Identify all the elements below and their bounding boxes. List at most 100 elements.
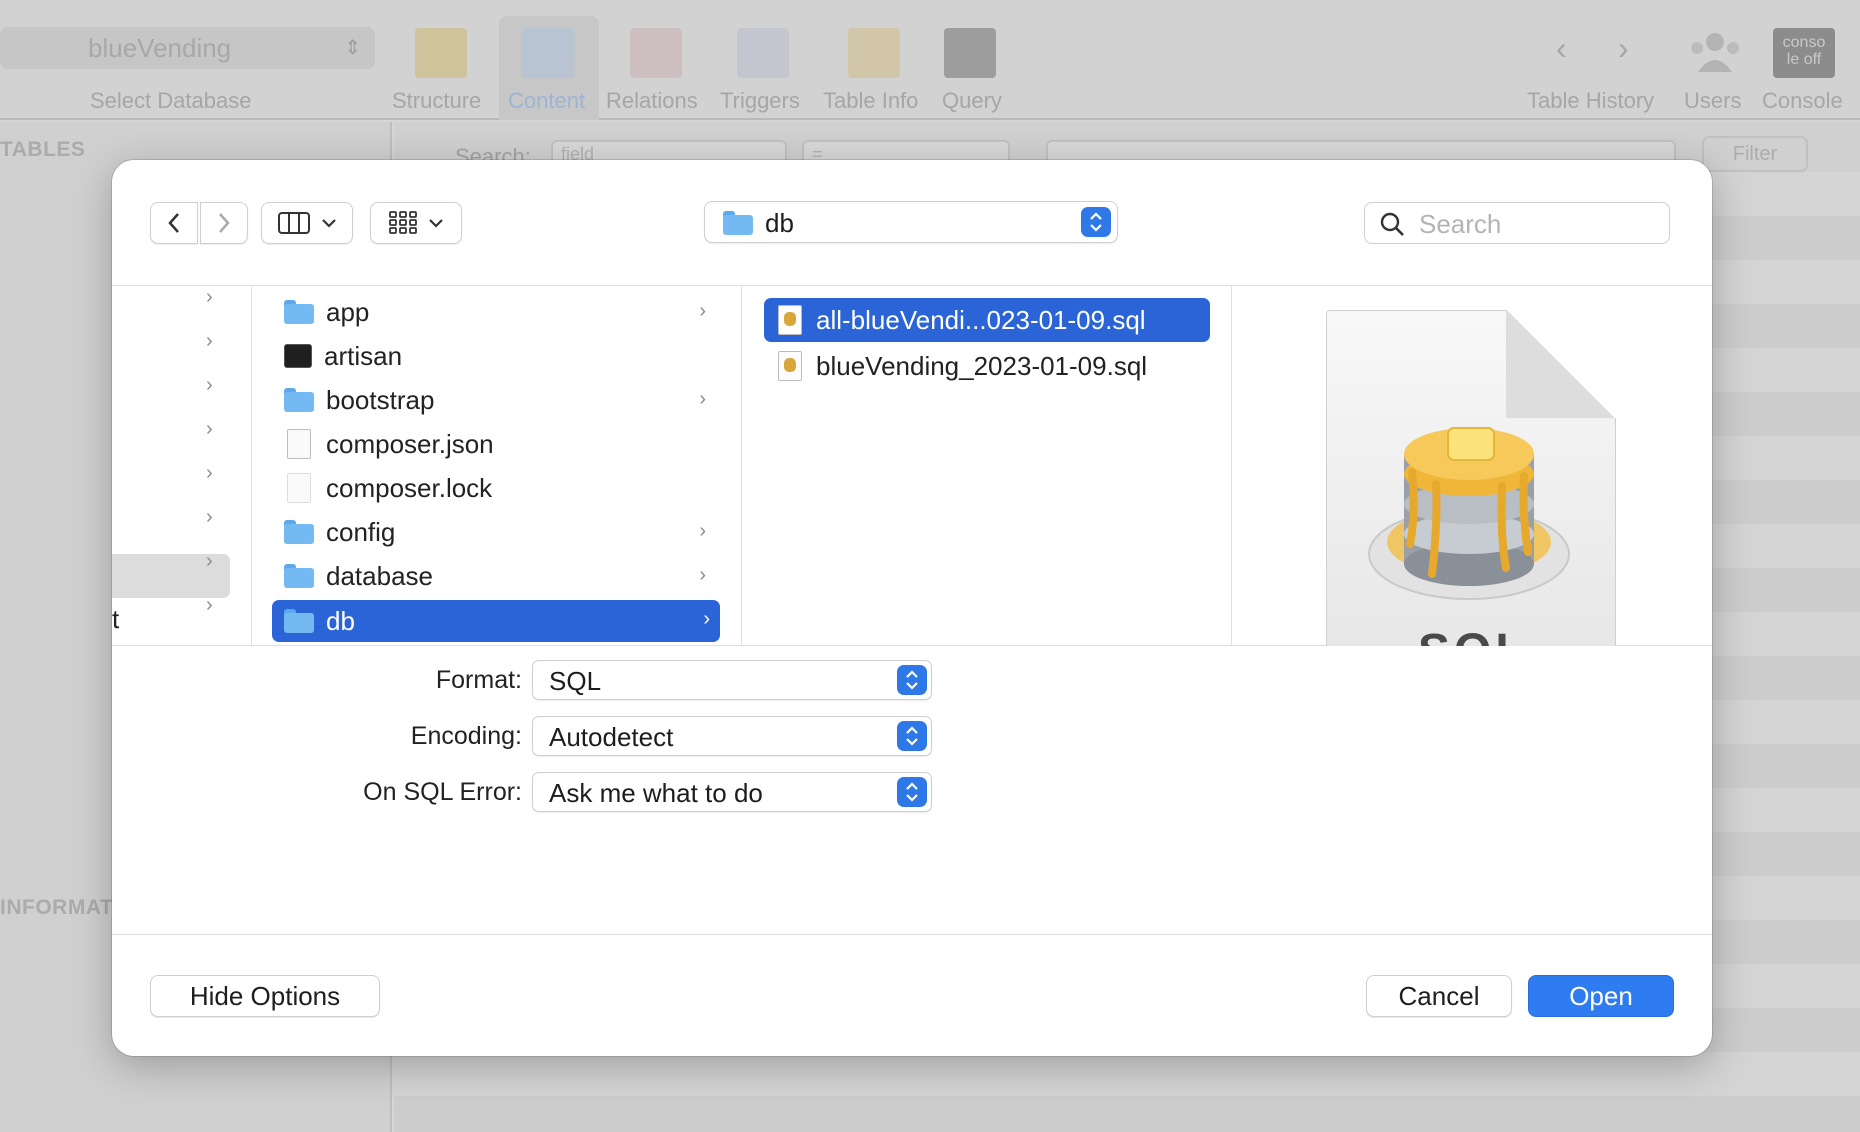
encoding-label: Encoding: [410,722,522,750]
select-database-label: Select Database [90,88,252,113]
sql-error-select[interactable]: Ask me what to do [532,772,932,812]
toolbar-query-label[interactable]: Query [942,88,1002,114]
list-item-bootstrap[interactable]: bootstrap › [272,380,716,420]
terminal-icon [284,344,312,368]
list-item-composer-json[interactable]: composer.json [272,424,716,464]
chevron-right-icon: › [206,330,213,352]
structure-icon[interactable] [415,28,467,78]
dialog-toolbar: db Search [112,160,1712,286]
chevron-right-icon: › [206,550,213,572]
file-item-bluevending[interactable]: blueVending_2023-01-09.sql [764,344,1210,388]
chevron-right-icon: › [699,564,706,586]
preview-pane: SQL [1232,286,1712,646]
toolbar-triggers-label[interactable]: Triggers [720,88,800,114]
list-item-config[interactable]: config › [272,512,716,552]
chevron-updown-icon [897,721,927,751]
users-icon[interactable] [1684,28,1746,78]
chevron-left-icon [168,213,179,233]
location-popup[interactable]: db [704,201,1118,243]
query-icon[interactable] [944,28,996,78]
parent-row-label: t [112,604,120,634]
document-icon [287,429,311,459]
chevron-right-icon: › [206,374,213,396]
footer-divider [112,934,1712,935]
console-icon[interactable]: conso le off [1773,28,1835,78]
toolbar-table-history-label[interactable]: Table History [1527,88,1654,114]
chevron-updown-icon [1081,207,1111,237]
history-back-icon[interactable]: ‹ [1556,30,1567,67]
folder-icon [284,564,314,588]
hide-options-button[interactable]: Hide Options [150,975,380,1017]
list-item-app[interactable]: app › [272,292,716,332]
chevron-right-icon: › [206,594,213,616]
table-info-icon[interactable] [848,28,900,78]
format-label: Format: [435,666,522,694]
tables-header: TABLES [0,138,86,161]
browser-column-db: all-blueVendi...023-01-09.sql blueVendin… [742,286,1232,646]
list-item-database[interactable]: database › [272,556,716,596]
sql-error-label: On SQL Error: [363,778,522,806]
chevron-right-icon [219,213,230,233]
chevron-right-icon: › [703,608,710,630]
column-browser: › › › › › › › › t app › artisan bootstra… [112,286,1712,646]
chevron-right-icon: › [699,520,706,542]
database-select[interactable]: blueVending ⇕ [0,27,375,69]
forward-button[interactable] [200,202,248,244]
toolbar-structure-label[interactable]: Structure [392,88,481,114]
back-button[interactable] [150,202,198,244]
group-button[interactable] [370,202,462,244]
format-select[interactable]: SQL [532,660,932,700]
text-document-icon [287,473,311,503]
sql-file-icon [778,305,802,335]
information-header: INFORMAT [0,896,114,919]
sql-file-icon [778,351,802,381]
chevron-right-icon: › [699,300,706,322]
app-toolbar: blueVending ⇕ Select Database Structure … [0,0,1860,120]
browser-column-parent: › › › › › › › › t [112,286,252,646]
search-icon [1380,212,1404,236]
chevron-updown-icon [897,777,927,807]
toolbar-users-label[interactable]: Users [1684,88,1741,114]
folder-icon [284,609,314,633]
filter-button[interactable]: Filter [1702,136,1808,172]
folder-icon [284,300,314,324]
browser-column-project: app › artisan bootstrap › composer.json … [252,286,742,646]
chevron-right-icon: › [699,388,706,410]
chevron-right-icon: › [206,418,213,440]
folder-icon [284,520,314,544]
chevron-updown-icon: ⇕ [344,37,361,59]
triggers-icon[interactable] [737,28,789,78]
cancel-button[interactable]: Cancel [1366,975,1512,1017]
preview-sql-label: SQL [1418,624,1529,646]
open-file-dialog: db Search › › › › › › › › t app › artisa… [112,160,1712,1056]
columns-view-icon [278,212,310,234]
toolbar-console-label[interactable]: Console [1762,88,1843,114]
chevron-right-icon: › [206,462,213,484]
relations-icon[interactable] [630,28,682,78]
encoding-select[interactable]: Autodetect [532,716,932,756]
list-item-composer-lock[interactable]: composer.lock [272,468,716,508]
list-item-db[interactable]: db › [272,600,720,642]
location-label: db [765,208,794,238]
chevron-down-icon [429,219,443,228]
chevron-down-icon [322,219,336,228]
grid-icon [389,211,417,234]
toolbar-content-label[interactable]: Content [508,88,585,114]
chevron-right-icon: › [206,506,213,528]
toolbar-table-info-label[interactable]: Table Info [823,88,918,114]
toolbar-relations-label[interactable]: Relations [606,88,698,114]
view-mode-button[interactable] [261,202,353,244]
file-item-all-bluevending[interactable]: all-blueVendi...023-01-09.sql [764,298,1210,342]
chevron-updown-icon [897,665,927,695]
history-forward-icon[interactable]: › [1618,30,1629,67]
list-item-artisan[interactable]: artisan [272,336,716,376]
database-name: blueVending [88,33,232,63]
search-placeholder: Search [1419,209,1502,239]
folder-icon [284,388,314,412]
folder-icon [723,211,753,235]
search-input[interactable]: Search [1364,202,1670,244]
content-icon[interactable] [522,28,574,78]
chevron-right-icon: › [206,286,213,308]
sequel-pro-database-icon [1368,427,1570,600]
open-button[interactable]: Open [1528,975,1674,1017]
